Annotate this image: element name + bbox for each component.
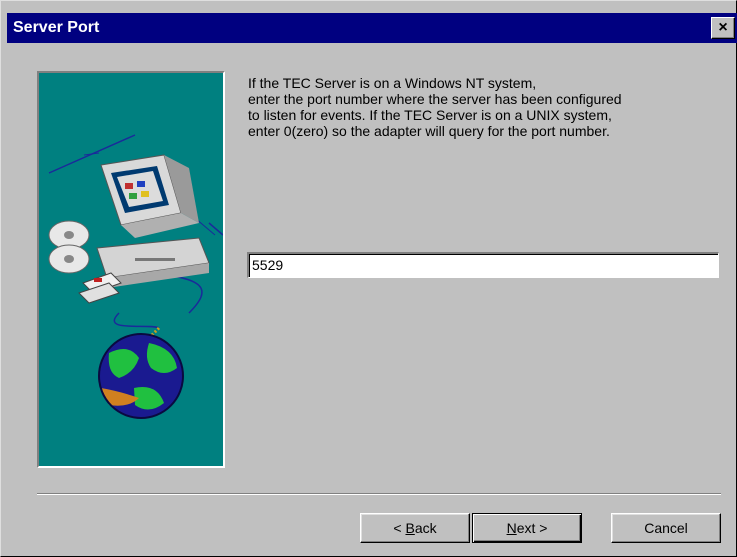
cancel-button[interactable]: Cancel (611, 513, 721, 543)
port-number-value: 5529 (252, 257, 284, 273)
close-button[interactable]: × (711, 17, 735, 39)
cancel-button-label: Cancel (644, 520, 688, 536)
instructions-line: If the TEC Server is on a Windows NT sys… (248, 75, 537, 91)
button-separator (37, 493, 721, 495)
instructions-text: If the TEC Server is on a Windows NT sys… (248, 75, 718, 139)
wizard-illustration (37, 71, 225, 468)
wizard-illustration-graphic (48, 134, 224, 419)
server-port-dialog: Server Port × If the TEC Server is on a … (0, 0, 737, 557)
back-button-mnemonic: B (405, 520, 415, 536)
next-button[interactable]: Next > (472, 513, 582, 543)
next-button-label: ext > (516, 520, 548, 536)
instructions-line: to listen for events. If the TEC Server … (248, 107, 612, 123)
floppy-icon (78, 272, 122, 304)
back-button-prefix: < (393, 520, 406, 536)
window-title: Server Port (13, 19, 100, 36)
back-button-label: ack (414, 520, 437, 536)
title-bar[interactable]: Server Port × (7, 13, 737, 43)
back-button[interactable]: < Back (360, 513, 470, 543)
port-number-input[interactable]: 5529 (247, 252, 719, 278)
instructions-line: enter the port number where the server h… (248, 91, 622, 107)
next-button-mnemonic: N (506, 520, 517, 536)
cd-icon (48, 220, 90, 274)
globe-icon (98, 333, 184, 419)
close-icon: × (718, 19, 728, 36)
instructions-line: enter 0(zero) so the adapter will query … (248, 123, 610, 139)
computer-icon (96, 154, 210, 288)
